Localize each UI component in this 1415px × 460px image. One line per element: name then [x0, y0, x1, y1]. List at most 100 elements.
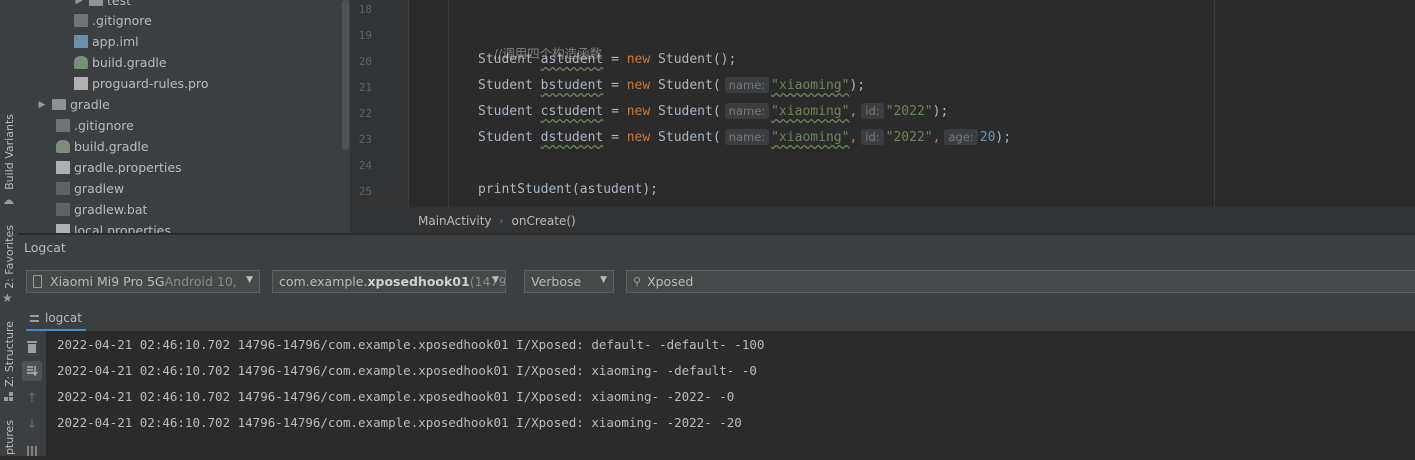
code-line-23: Student dstudent = new Student(name: "xia… [478, 129, 1012, 145]
tree-item-gradlew[interactable]: gradlew [56, 178, 124, 199]
logcat-tab-bar: logcat [18, 307, 1415, 332]
log-level-value: Verbose [531, 274, 582, 289]
code-string: "xiaoming" [771, 104, 850, 119]
code-keyword: new [626, 78, 651, 93]
chevron-down-icon: ▼ [600, 275, 607, 285]
tree-item-label: build.gradle [74, 139, 149, 154]
build-variants-tab[interactable]: Build Variants [0, 112, 18, 192]
code-token: Student [478, 52, 533, 67]
logcat-title-bar: Logcat [18, 234, 1415, 262]
folder-icon [89, 0, 103, 6]
tree-item-gitignore-root[interactable]: .gitignore [56, 115, 134, 136]
tree-item-label: gradlew [74, 181, 125, 196]
captures-label: ptures [2, 420, 16, 456]
parameter-hint: id: [861, 103, 884, 119]
code-variable: cstudent [540, 104, 604, 119]
code-string: "xiaoming" [771, 130, 850, 145]
tree-item-app-iml[interactable]: app.iml [74, 31, 139, 52]
trash-icon[interactable] [22, 336, 42, 356]
code-keyword: new [626, 104, 651, 119]
tree-item-local-properties[interactable]: local.properties [56, 220, 171, 233]
code-token: ); [932, 104, 949, 119]
code-keyword: new [626, 52, 651, 67]
git-file-icon [56, 119, 70, 132]
log-level-dropdown[interactable]: Verbose ▼ [524, 270, 614, 293]
favorites-label: 2: Favorites [2, 225, 16, 289]
chevron-down-icon: ▼ [246, 275, 253, 285]
process-package: xposedhook01 [367, 274, 470, 289]
structure-label: Z: Structure [2, 321, 16, 387]
code-token: Student [478, 104, 533, 119]
tree-item-gradlew-bat[interactable]: gradlew.bat [56, 199, 147, 220]
chevron-right-icon[interactable]: ▶ [36, 100, 48, 110]
code-token: Student( [650, 104, 721, 119]
line-number: 24 [358, 159, 372, 172]
process-dropdown[interactable]: com.example. xposedhook01 (1479 ▼ [272, 270, 506, 293]
tree-item-label: test [107, 0, 132, 8]
left-tool-strip: Build Variants 2: Favorites ★ Z: Structu… [0, 0, 19, 456]
code-token: Student(); [650, 52, 737, 67]
favorites-tab[interactable]: 2: Favorites [0, 224, 18, 290]
logcat-title: Logcat [24, 240, 66, 255]
chevron-down-icon: ▼ [492, 275, 499, 285]
code-token: ); [849, 78, 866, 93]
line-number: 25 [358, 185, 372, 198]
tree-item-gradle[interactable]: ▶ gradle [36, 94, 110, 115]
code-line-22: Student cstudent = new Student(name: "xia… [478, 103, 949, 119]
code-variable: dstudent [540, 130, 604, 145]
tree-item-label: gradle [70, 97, 110, 112]
log-line: 2022-04-21 02:46:10.702 14796-14796/com.… [57, 337, 765, 352]
chevron-right-icon: › [499, 215, 504, 227]
code-line-25: printStudent(astudent); [478, 180, 658, 200]
chevron-right-icon[interactable]: ▶ [73, 0, 85, 6]
line-number: 18 [358, 3, 372, 16]
code-keyword: new [626, 130, 651, 145]
search-icon: ⚲ [633, 275, 642, 288]
tree-item-build-gradle[interactable]: build.gradle [74, 52, 167, 73]
code-string: "2022" [885, 130, 933, 145]
iml-file-icon [74, 35, 88, 48]
device-dropdown[interactable]: Xiaomi Mi9 Pro 5G Android 10, ▼ [26, 270, 260, 293]
tree-item-build-gradle-root[interactable]: build.gradle [56, 136, 149, 157]
parameter-hint: id: [861, 129, 884, 145]
process-detail: (1479 [469, 274, 506, 289]
soft-wrap-icon[interactable] [22, 440, 42, 460]
indent-guide [448, 0, 449, 207]
device-name: Xiaomi Mi9 Pro 5G [50, 274, 165, 289]
breadcrumb-item-method[interactable]: onCreate() [512, 214, 576, 228]
tree-item-gitignore[interactable]: .gitignore [74, 10, 152, 31]
properties-file-icon [56, 161, 70, 174]
tree-item-gradle-properties[interactable]: gradle.properties [56, 157, 182, 178]
code-line-20: Student astudent = new Student(); [478, 50, 736, 70]
code-token: Student( [650, 78, 721, 93]
code-line-21: Student bstudent = new Student(name: "xia… [478, 76, 865, 96]
structure-tab[interactable]: Z: Structure [0, 320, 18, 388]
properties-file-icon [74, 77, 88, 90]
search-input[interactable]: ⚲ Xposed [626, 270, 1415, 293]
code-token: Student [478, 130, 533, 145]
arrow-down-icon[interactable]: ↓ [22, 414, 42, 434]
line-number: 20 [358, 55, 372, 68]
code-token: = [603, 130, 627, 145]
log-line: 2022-04-21 02:46:10.702 14796-14796/com.… [57, 363, 757, 378]
shell-file-icon [56, 182, 70, 195]
search-value: Xposed [647, 274, 694, 289]
tab-logcat[interactable]: logcat [26, 307, 86, 331]
breadcrumb-item-class[interactable]: MainActivity [418, 214, 492, 228]
code-variable: astudent [540, 52, 604, 67]
tree-item-proguard[interactable]: proguard-rules.pro [74, 73, 209, 94]
parameter-hint: name: [724, 103, 770, 119]
code-token: = [603, 78, 627, 93]
tree-item-label: .gitignore [74, 118, 134, 133]
editor-gutter: 18 19 20 21 22 23 24 25 [350, 0, 408, 207]
process-prefix: com.example. [279, 274, 368, 289]
arrow-up-icon[interactable]: ↑ [22, 388, 42, 408]
captures-tab[interactable]: ptures [0, 420, 18, 456]
star-icon: ★ [2, 291, 13, 305]
scroll-to-end-icon[interactable] [22, 361, 42, 381]
tree-scrollbar[interactable] [342, 0, 349, 150]
code-token: ); [995, 130, 1012, 145]
project-tree: ▶ test .gitignore app.iml build.gradle p… [18, 0, 350, 233]
build-variants-label: Build Variants [2, 114, 16, 190]
code-string: "2022" [885, 104, 933, 119]
